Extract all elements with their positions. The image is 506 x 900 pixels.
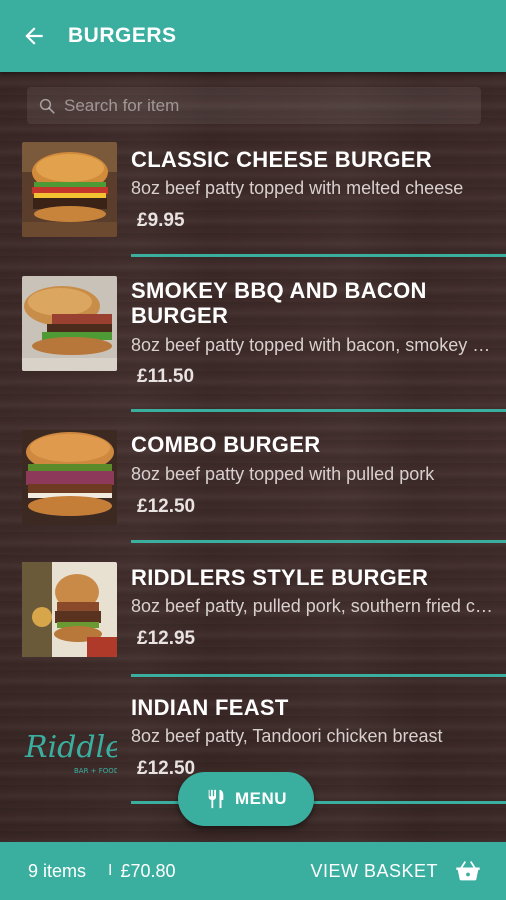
list-item[interactable]: COMBO BURGER 8oz beef patty topped with …	[0, 412, 506, 544]
search-icon	[39, 98, 55, 114]
menu-label: MENU	[234, 789, 288, 808]
item-price: £12.95	[137, 628, 196, 649]
item-price: £9.95	[137, 210, 185, 231]
basket-icon[interactable]	[454, 857, 482, 885]
item-name: SMOKEY BBQ AND BACON BURGER	[131, 278, 427, 328]
riddlers-style-burger-photo	[22, 562, 117, 657]
items-count: 9 items	[28, 860, 87, 881]
search-bar[interactable]	[27, 87, 481, 124]
item-divider	[131, 254, 506, 257]
item-name: RIDDLERS STYLE BURGER	[131, 565, 429, 590]
list-item[interactable]: CLASSIC CHEESE BURGER 8oz beef patty top…	[0, 136, 506, 260]
arrow-left-icon	[25, 27, 43, 45]
svg-text:BAR + FOOD: BAR + FOOD	[74, 767, 117, 775]
menu-button[interactable]: MENU	[178, 772, 314, 826]
item-description: 8oz beef patty, pulled pork, southern fr…	[131, 596, 499, 616]
fork-knife-icon	[207, 789, 224, 809]
view-basket-button[interactable]: VIEW BASKET	[310, 861, 438, 882]
item-description: 8oz beef patty topped with bacon, smokey…	[131, 335, 499, 355]
combo-burger-photo	[22, 430, 117, 525]
classic-cheese-burger-photo	[22, 142, 117, 237]
item-price: £12.50	[137, 496, 196, 517]
riddlers-logo: Riddlers BAR + FOOD	[22, 695, 117, 790]
list-item[interactable]: SMOKEY BBQ AND BACON BURGER 8oz beef pat…	[0, 260, 506, 412]
item-name: CLASSIC CHEESE BURGER	[131, 147, 432, 172]
page-title: BURGERS	[68, 24, 177, 47]
item-description: 8oz beef patty, Tandoori chicken breast	[131, 726, 443, 746]
item-name: INDIAN FEAST	[131, 695, 289, 720]
svg-text:Riddlers: Riddlers	[24, 730, 117, 765]
item-list: CLASSIC CHEESE BURGER 8oz beef patty top…	[0, 136, 506, 842]
basket-total: £70.80	[120, 860, 176, 881]
smokey-bbq-bacon-burger-photo	[22, 276, 117, 371]
list-item[interactable]: RIDDLERS STYLE BURGER 8oz beef patty, pu…	[0, 544, 506, 677]
item-description: 8oz beef patty topped with pulled pork	[131, 464, 435, 484]
footer-separator: I	[108, 862, 113, 879]
basket-footer: 9 items I £70.80 VIEW BASKET	[0, 842, 506, 900]
item-divider	[131, 540, 506, 543]
back-button[interactable]	[8, 10, 60, 62]
item-name: COMBO BURGER	[131, 432, 321, 457]
item-price: £12.50	[137, 758, 196, 779]
app-header: BURGERS	[0, 0, 506, 72]
item-description: 8oz beef patty topped with melted cheese	[131, 178, 464, 198]
search-input[interactable]	[56, 87, 481, 124]
item-price: £11.50	[137, 366, 195, 387]
